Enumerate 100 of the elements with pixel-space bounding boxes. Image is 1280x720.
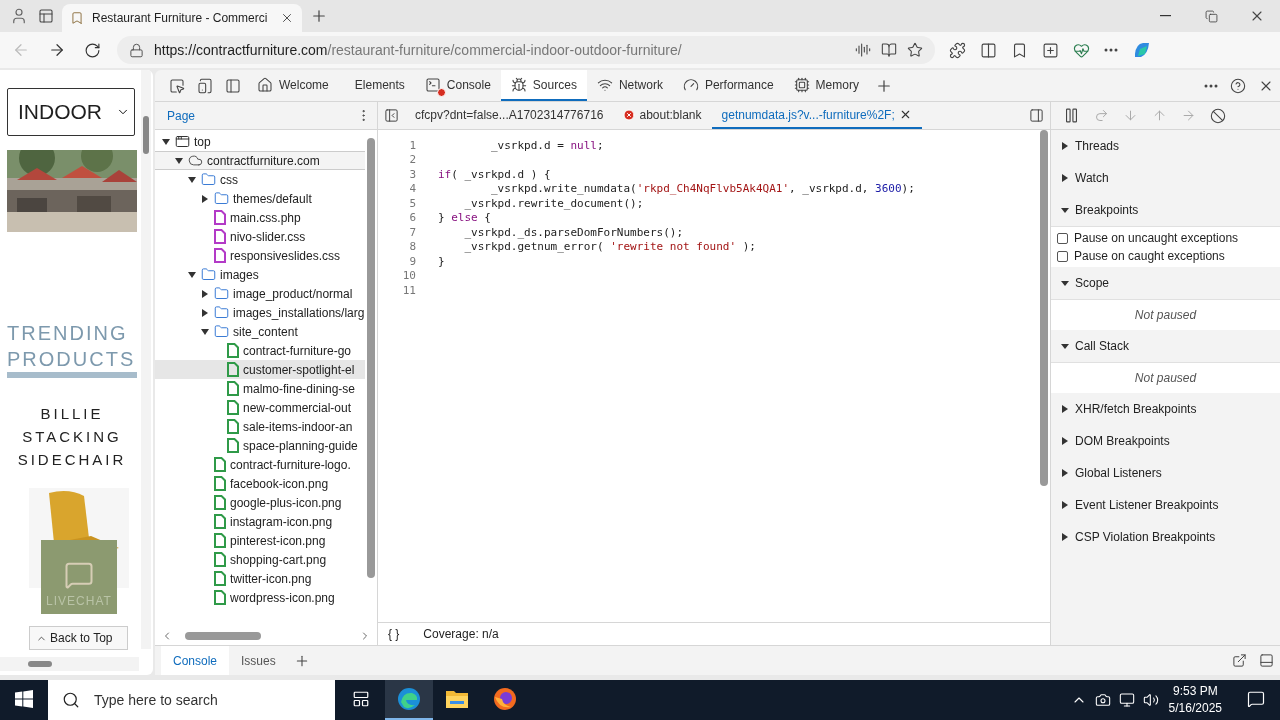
folder-icon: [445, 688, 469, 710]
camera-icon[interactable]: [1094, 692, 1111, 708]
expanded-triangle-icon[interactable]: [174, 155, 184, 166]
minimize-icon: [1159, 15, 1171, 17]
step-icon: [1181, 108, 1196, 123]
reader-icon[interactable]: [881, 42, 897, 58]
collapsed-triangle-icon[interactable]: [200, 307, 210, 318]
devtools-tab[interactable]: Memory: [783, 70, 869, 101]
heart-pulse-icon[interactable]: [1073, 41, 1090, 59]
tree-item[interactable]: sale-items-indoor-an: [155, 417, 365, 436]
pointer-icon: [169, 77, 185, 94]
section-header[interactable]: Watch: [1051, 162, 1280, 194]
file-tab[interactable]: about:blank: [613, 102, 712, 129]
tree-item[interactable]: top: [155, 132, 365, 151]
puzzle-icon[interactable]: [949, 41, 966, 59]
devtools-tab[interactable]: Network: [586, 70, 673, 101]
tree-item[interactable]: twitter-icon.png: [155, 569, 365, 588]
expanded-triangle-icon[interactable]: [187, 269, 197, 280]
line-number: 5: [408, 196, 416, 210]
network-icon[interactable]: [1118, 692, 1135, 708]
notification-icon: [1247, 690, 1265, 708]
format-button[interactable]: { }: [388, 627, 400, 641]
tree-item[interactable]: css: [155, 170, 365, 189]
split-screen-icon[interactable]: [980, 41, 997, 59]
tree-item[interactable]: images_installations/larg: [155, 303, 365, 322]
tree-item[interactable]: responsiveslides.css: [155, 246, 365, 265]
tree-item[interactable]: main.css.php: [155, 208, 365, 227]
task-view-icon: [352, 690, 370, 708]
back-icon: [12, 41, 30, 59]
devtools-tab[interactable]: Performance: [672, 70, 784, 101]
expanded-triangle-icon[interactable]: [200, 326, 210, 337]
file-tab[interactable]: cfcpv?dnt=false...A1702314776716: [405, 102, 614, 129]
close-icon[interactable]: [280, 11, 294, 25]
tab-actions-button[interactable]: [36, 6, 56, 26]
back-to-top-button[interactable]: Back to Top: [29, 626, 128, 650]
clock[interactable]: 9:53 PM 5/16/2025: [1158, 683, 1232, 717]
volume-icon[interactable]: [1142, 692, 1159, 708]
devtools-tab[interactable]: Sources: [500, 70, 587, 101]
tree-item[interactable]: contract-furniture-go: [155, 341, 365, 360]
copilot-icon[interactable]: [1132, 40, 1152, 60]
category-select[interactable]: INDOOR: [7, 88, 135, 136]
taskbar-app[interactable]: [385, 680, 433, 720]
tree-item[interactable]: images: [155, 265, 365, 284]
section-header[interactable]: Call Stack: [1051, 330, 1280, 362]
browser-tab[interactable]: Restaurant Furniture - Commerci: [62, 4, 302, 32]
section-header[interactable]: Threads: [1051, 130, 1280, 162]
checkbox-option[interactable]: Pause on uncaught exceptions: [1057, 229, 1274, 247]
file-tab[interactable]: getnumdata.js?v...-furniture%2F;: [711, 102, 922, 129]
collections-icon[interactable]: [1042, 41, 1059, 59]
more-icon[interactable]: [1104, 48, 1118, 52]
code-line: _vsrkpd.getnum_error( 'rewrite not found' );: [463, 240, 756, 254]
status-message: Not paused: [1133, 370, 1198, 387]
drawer-tab[interactable]: Issues: [229, 646, 288, 675]
edge-icon: [397, 687, 421, 711]
tree-item[interactable]: site_content: [155, 322, 365, 341]
section-header[interactable]: XHR/fetch Breakpoints: [1051, 393, 1280, 425]
tree-item[interactable]: instagram-icon.png: [155, 512, 365, 531]
collapsed-triangle-icon[interactable]: [200, 193, 210, 204]
collapsed-triangle-icon[interactable]: [200, 288, 210, 299]
favorites-icon[interactable]: [1011, 41, 1028, 59]
devtools-tab[interactable]: Welcome: [247, 70, 339, 101]
line-number: 3: [408, 167, 416, 181]
devtools-tab[interactable]: Console: [414, 70, 501, 101]
tree-item[interactable]: new-commercial-out: [155, 398, 365, 417]
search-field[interactable]: Type here to search: [48, 680, 335, 720]
address-bar[interactable]: https://contractfurniture.com/restaurant-furniture/commercial-indoor-outdoor-furniture/: [117, 36, 935, 64]
tree-item[interactable]: shopping-cart.png: [155, 550, 365, 569]
tree-item[interactable]: image_product/normal: [155, 284, 365, 303]
line-number: 8: [408, 240, 416, 254]
status-message: Not paused: [1133, 307, 1198, 324]
line-number: 2: [408, 153, 416, 167]
tree-item[interactable]: nivo-slider.css: [155, 227, 365, 246]
section-header[interactable]: CSP Violation Breakpoints: [1051, 521, 1280, 553]
star-icon[interactable]: [907, 42, 923, 58]
tree-item[interactable]: contractfurniture.com: [155, 151, 365, 170]
cloud-icon: [188, 153, 203, 168]
devtools-tab[interactable]: Elements: [338, 70, 415, 101]
drawer-tab[interactable]: Console: [161, 646, 230, 675]
section-header[interactable]: Scope: [1051, 267, 1280, 299]
tree-item[interactable]: wordpress-icon.png: [155, 588, 365, 607]
tree-item[interactable]: pinterest-icon.png: [155, 531, 365, 550]
expanded-triangle-icon[interactable]: [187, 174, 197, 185]
section-header[interactable]: Breakpoints: [1051, 194, 1280, 226]
tree-item[interactable]: facebook-icon.png: [155, 474, 365, 493]
section-header[interactable]: Global Listeners: [1051, 457, 1280, 489]
tree-item[interactable]: customer-spotlight-el: [155, 360, 365, 379]
checkbox-option[interactable]: Pause on caught exceptions: [1057, 247, 1274, 265]
section-header[interactable]: DOM Breakpoints: [1051, 425, 1280, 457]
read-aloud-icon[interactable]: [855, 42, 871, 58]
tree-item[interactable]: google-plus-icon.png: [155, 493, 365, 512]
tree-item[interactable]: themes/default: [155, 189, 365, 208]
tree-item[interactable]: space-planning-guide: [155, 436, 365, 455]
house-icon: [257, 76, 273, 93]
checkbox[interactable]: [1057, 232, 1068, 244]
expanded-triangle-icon[interactable]: [161, 136, 171, 147]
checkbox[interactable]: [1057, 250, 1068, 262]
tree-item[interactable]: contract-furniture-logo.: [155, 455, 365, 474]
search-icon: [62, 691, 80, 709]
tree-item[interactable]: malmo-fine-dining-se: [155, 379, 365, 398]
section-header[interactable]: Event Listener Breakpoints: [1051, 489, 1280, 521]
